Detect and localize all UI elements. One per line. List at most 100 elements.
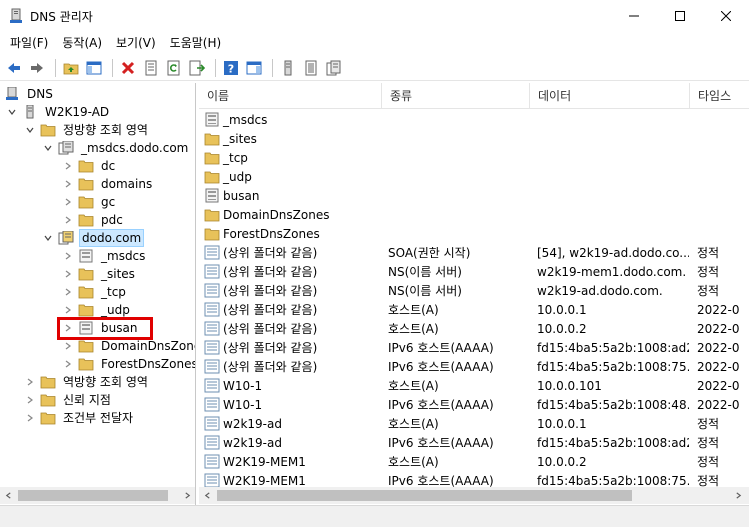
tree-node-forward-zones[interactable]: 정방향 조회 영역	[24, 121, 150, 139]
tree-node-domains[interactable]: domains	[62, 175, 154, 193]
column-header-timestamp[interactable]: 타임스	[690, 83, 749, 109]
record-row[interactable]: (상위 폴더와 같음) NS(이름 서버) w2k19-ad.dodo.com. 정적	[199, 281, 749, 300]
server-button[interactable]	[278, 58, 298, 78]
expanded-chevron-icon[interactable]	[42, 142, 54, 154]
record-row[interactable]: _udp	[199, 167, 749, 186]
record-row[interactable]: (상위 폴더와 같음) 호스트(A) 10.0.0.2 2022-0	[199, 319, 749, 338]
scroll-right-icon[interactable]	[179, 487, 195, 504]
tree-node-dns[interactable]: DNS	[4, 85, 55, 103]
tree-node-server[interactable]: W2K19-AD	[6, 103, 111, 121]
zone-button[interactable]	[324, 58, 344, 78]
collapsed-chevron-icon[interactable]	[62, 250, 74, 262]
tree-node-tcp[interactable]: _tcp	[62, 283, 128, 301]
tree-node-dc[interactable]: dc	[62, 157, 117, 175]
refresh-button[interactable]	[164, 58, 184, 78]
record-row[interactable]: _msdcs	[199, 110, 749, 129]
record-row[interactable]: ForestDnsZones	[199, 224, 749, 243]
record-row[interactable]: DomainDnsZones	[199, 205, 749, 224]
collapsed-chevron-icon[interactable]	[62, 196, 74, 208]
record-row[interactable]: (상위 폴더와 같음) 호스트(A) 10.0.0.1 2022-0	[199, 300, 749, 319]
collapsed-chevron-icon[interactable]	[62, 304, 74, 316]
tree-label: busan	[101, 321, 138, 335]
tree-horizontal-scrollbar[interactable]	[0, 487, 195, 504]
record-row[interactable]: W10-1 호스트(A) 10.0.0.101 2022-0	[199, 376, 749, 395]
collapsed-chevron-icon[interactable]	[62, 340, 74, 352]
list-view-button[interactable]	[301, 58, 321, 78]
tree-node-msdcs-zone[interactable]: _msdcs.dodo.com	[42, 139, 190, 157]
scroll-left-icon[interactable]	[0, 487, 16, 504]
delete-button[interactable]	[118, 58, 138, 78]
record-row[interactable]: busan	[199, 186, 749, 205]
record-name: DomainDnsZones	[223, 207, 330, 222]
scroll-right-icon[interactable]	[730, 487, 746, 504]
tree-node-forestdnszones[interactable]: ForestDnsZones	[62, 355, 195, 373]
tree-node-reverse-zones[interactable]: 역방향 조회 영역	[24, 373, 150, 391]
delegated-domain-icon	[78, 320, 94, 336]
minimize-button[interactable]	[611, 0, 657, 32]
column-header-name[interactable]: 이름	[199, 83, 382, 109]
collapsed-chevron-icon[interactable]	[62, 322, 74, 334]
show-console-tree-button[interactable]	[84, 58, 104, 78]
help-button[interactable]: ?	[221, 58, 241, 78]
collapsed-chevron-icon[interactable]	[62, 214, 74, 226]
record-name: (상위 폴더와 같음)	[223, 265, 318, 279]
tree-node-trust-points[interactable]: 신뢰 지점	[24, 391, 113, 409]
record-row[interactable]: W10-1 IPv6 호스트(AAAA) fd15:4ba5:5a2b:1008:4…	[199, 395, 749, 414]
record-type: NS(이름 서버)	[388, 284, 462, 298]
collapsed-chevron-icon[interactable]	[24, 412, 36, 424]
column-header-type[interactable]: 종류	[382, 83, 530, 109]
scroll-left-icon[interactable]	[199, 487, 215, 504]
record-name: _msdcs	[223, 112, 268, 127]
tree-node-busan[interactable]: busan	[62, 319, 139, 337]
tree-node-pdc[interactable]: pdc	[62, 211, 125, 229]
up-level-button[interactable]	[61, 58, 81, 78]
record-row[interactable]: (상위 폴더와 같음) SOA(권한 시작) [54], w2k19-ad.dodo…	[199, 243, 749, 262]
tree-node-gc[interactable]: gc	[62, 193, 117, 211]
scroll-thumb[interactable]	[18, 490, 168, 501]
column-header-data[interactable]: 데이터	[530, 83, 690, 109]
scroll-thumb[interactable]	[217, 490, 632, 501]
record-type	[388, 186, 528, 205]
back-button[interactable]	[4, 58, 24, 78]
expanded-chevron-icon[interactable]	[42, 232, 54, 244]
menu-view[interactable]: 보기(V)	[110, 32, 162, 54]
folder-icon	[78, 266, 94, 282]
expanded-chevron-icon[interactable]	[24, 124, 36, 136]
expanded-chevron-icon[interactable]	[6, 106, 18, 118]
tree-node-domaindnszones[interactable]: DomainDnsZones	[62, 337, 195, 355]
record-row[interactable]: (상위 폴더와 같음) IPv6 호스트(AAAA) fd15:4ba5:5a2b:…	[199, 357, 749, 376]
forward-button[interactable]	[27, 58, 47, 78]
menu-action[interactable]: 동작(A)	[56, 32, 108, 54]
export-list-button[interactable]	[187, 58, 207, 78]
close-button[interactable]	[703, 0, 749, 32]
tree-node-conditional-forwarders[interactable]: 조건부 전달자	[24, 409, 135, 427]
record-row[interactable]: (상위 폴더와 같음) IPv6 호스트(AAAA) fd15:4ba5:5a2b:…	[199, 338, 749, 357]
properties-icon	[145, 60, 157, 75]
tree-node-sites[interactable]: _sites	[62, 265, 137, 283]
record-row[interactable]: w2k19-ad 호스트(A) 10.0.0.1 정적	[199, 414, 749, 433]
menu-help[interactable]: 도움말(H)	[164, 32, 228, 54]
tree-node-dodo-zone[interactable]: dodo.com	[42, 229, 145, 247]
action-pane-button[interactable]	[244, 58, 264, 78]
record-name-cell: (상위 폴더와 같음)	[204, 243, 380, 262]
collapsed-chevron-icon[interactable]	[62, 358, 74, 370]
tree-node-udp[interactable]: _udp	[62, 301, 132, 319]
record-row[interactable]: W2K19-MEM1 호스트(A) 10.0.0.2 정적	[199, 452, 749, 471]
record-row[interactable]: _tcp	[199, 148, 749, 167]
maximize-button[interactable]	[657, 0, 703, 32]
list-horizontal-scrollbar[interactable]	[199, 487, 749, 504]
tree-node-dodo-msdcs[interactable]: _msdcs	[62, 247, 147, 265]
collapsed-chevron-icon[interactable]	[62, 268, 74, 280]
menu-file[interactable]: 파일(F)	[4, 32, 54, 54]
record-row[interactable]: _sites	[199, 129, 749, 148]
properties-button[interactable]	[141, 58, 161, 78]
record-row[interactable]: (상위 폴더와 같음) NS(이름 서버) w2k19-mem1.dodo.com.…	[199, 262, 749, 281]
collapsed-chevron-icon[interactable]	[62, 160, 74, 172]
collapsed-chevron-icon[interactable]	[62, 178, 74, 190]
collapsed-chevron-icon[interactable]	[62, 286, 74, 298]
dns-record-icon	[204, 245, 220, 261]
collapsed-chevron-icon[interactable]	[24, 394, 36, 406]
collapsed-chevron-icon[interactable]	[24, 376, 36, 388]
record-data	[537, 110, 689, 129]
record-row[interactable]: w2k19-ad IPv6 호스트(AAAA) fd15:4ba5:5a2b:100…	[199, 433, 749, 452]
